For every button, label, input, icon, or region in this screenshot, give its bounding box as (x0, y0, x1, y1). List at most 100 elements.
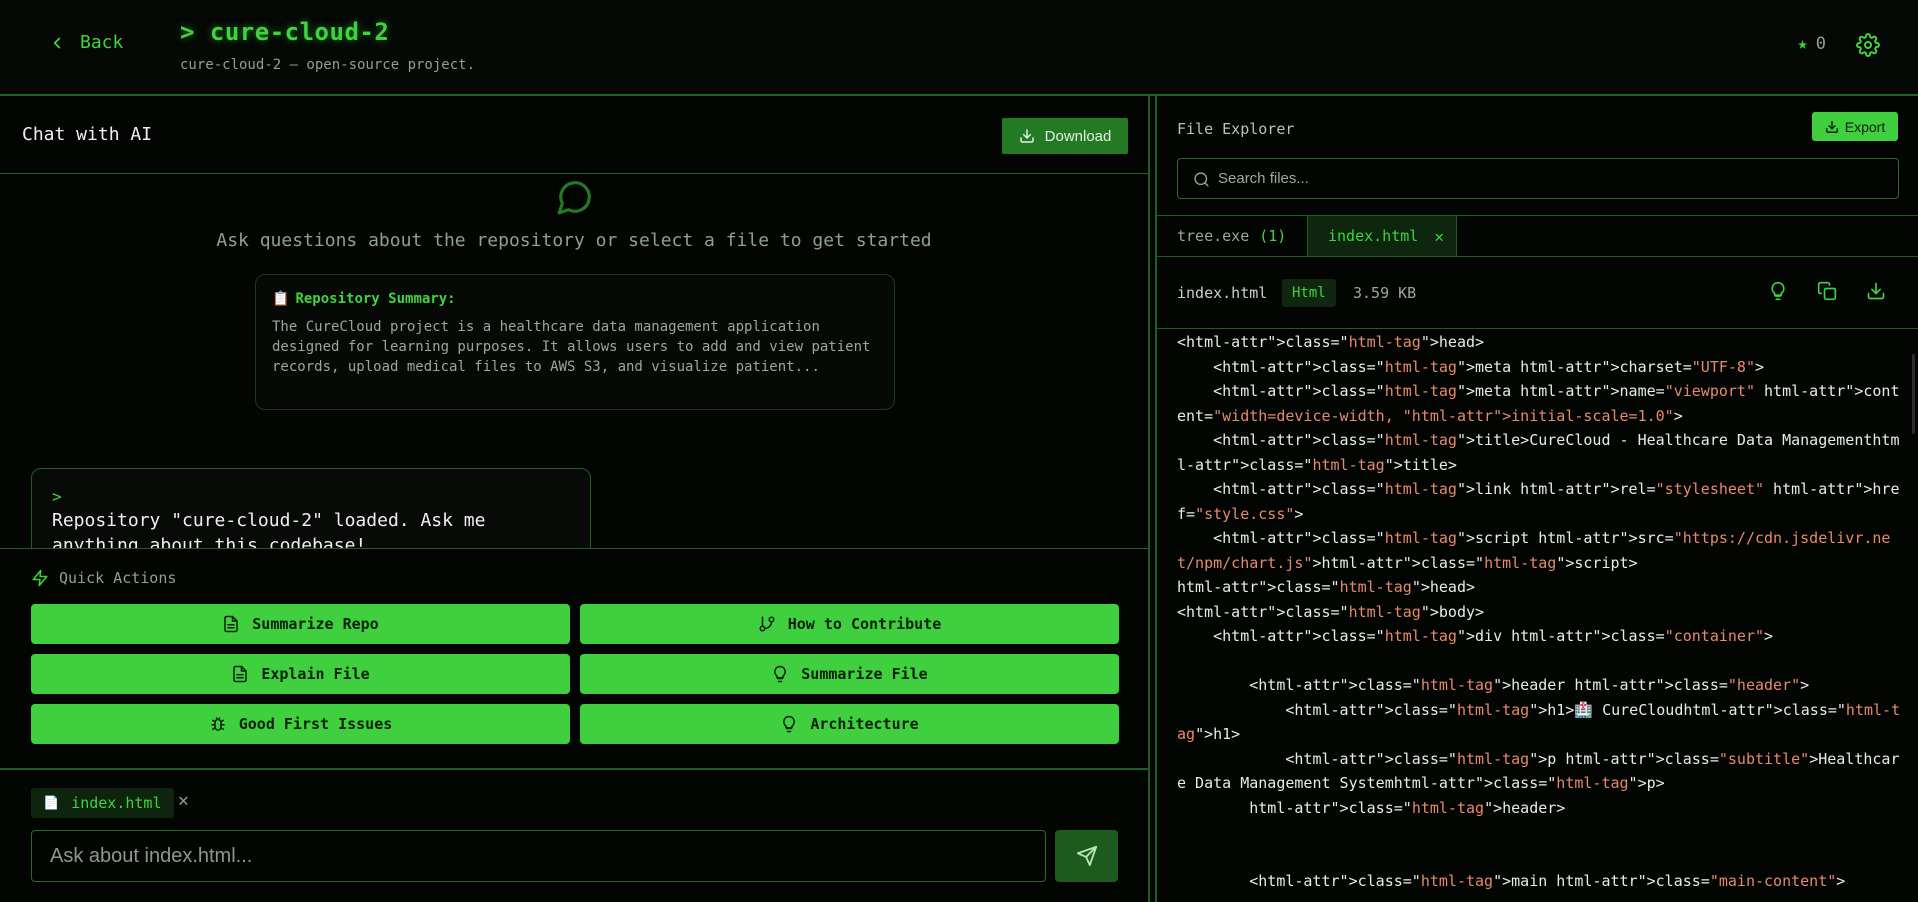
code-line: <html-attr">class="html-tag">div html-at… (1177, 624, 1902, 649)
summarize-repo-button[interactable]: Summarize Repo (31, 604, 570, 644)
top-bar: Back > cure-cloud-2 cure-cloud-2 — open-… (0, 0, 1918, 96)
file-text-icon (224, 615, 239, 633)
export-label: Export (1844, 118, 1886, 135)
code-string: html-tag (1348, 333, 1421, 351)
bug-icon (210, 717, 225, 731)
code-text: ">title> (1384, 455, 1457, 474)
star-counter[interactable]: ★ 0 (1798, 34, 1827, 54)
code-line: <html-attr">class="html-tag">script html… (1177, 526, 1902, 575)
architecture-button[interactable]: Architecture (580, 704, 1119, 744)
copy-icon[interactable] (1817, 281, 1837, 301)
code-viewer[interactable]: <html-attr">class="html-tag">head> <html… (1177, 330, 1902, 902)
chat-messages[interactable]: Ask questions about the repository or se… (0, 174, 1148, 548)
summary-title: Repository Summary: (295, 291, 456, 307)
send-button[interactable] (1055, 830, 1118, 882)
download-button[interactable]: Download (1002, 118, 1128, 154)
good-first-issues-button[interactable]: Good First Issues (31, 704, 570, 744)
tab-index-html[interactable]: index.html ✕ (1307, 216, 1457, 256)
code-line: html-attr">class="html-tag">head> (1177, 575, 1902, 600)
code-text: ">h1>🏥 CureCloudhtml-attr">class=" (1529, 700, 1846, 719)
selected-file-chip: 📄 index.html (31, 788, 174, 818)
chat-input[interactable] (31, 830, 1046, 882)
selected-file-name: index.html (71, 794, 162, 812)
code-string: html-tag (1456, 700, 1530, 719)
code-text: > (1755, 357, 1765, 376)
close-icon[interactable]: ✕ (178, 790, 189, 811)
language-badge: Html (1282, 279, 1336, 307)
file-info-bar: index.html Html 3.59 KB (1157, 257, 1918, 329)
how-to-contribute-button[interactable]: How to Contribute (580, 604, 1119, 644)
export-button[interactable]: Export (1812, 112, 1898, 141)
code-text: ">body> (1420, 602, 1485, 621)
tab-tree-count: (1) (1259, 227, 1287, 245)
explorer-tabs: tree.exe (1) index.html ✕ (1157, 215, 1918, 257)
gear-icon[interactable] (1856, 33, 1880, 57)
summarize-file-button[interactable]: Summarize File (580, 654, 1119, 694)
code-line: <html-attr">class="html-tag">meta html-a… (1177, 355, 1902, 380)
code-string: html-tag (1420, 872, 1494, 890)
code-text: > (1764, 627, 1774, 645)
code-text: <html-attr">class=" (1177, 357, 1385, 376)
code-string: "stylesheet" (1655, 480, 1765, 498)
code-text: html-attr">class=" (1177, 798, 1412, 817)
tab-tree[interactable]: tree.exe (1) (1157, 216, 1306, 256)
close-icon[interactable]: ✕ (1434, 227, 1444, 246)
code-string: html-tag (1348, 602, 1421, 621)
code-text: <html-attr">class=" (1177, 602, 1349, 621)
lightbulb-icon[interactable] (1768, 281, 1788, 301)
assistant-message: > Repository "cure-cloud-2" loaded. Ask … (31, 468, 591, 548)
code-text: ">link html-attr">rel= (1456, 480, 1656, 498)
empty-state-hint: Ask questions about the repository or se… (216, 230, 932, 251)
git-branch-icon (759, 616, 775, 632)
code-string: html-tag (1420, 676, 1494, 694)
code-line: <html-attr">class="html-tag">main html-a… (1177, 869, 1902, 894)
download-icon[interactable] (1866, 281, 1886, 301)
code-text: <html-attr">class=" (1177, 676, 1421, 694)
code-text: ">head> (1411, 578, 1476, 596)
code-text: ">header html-attr">class= (1493, 676, 1728, 694)
chat-bubble-icon (557, 181, 591, 215)
clipboard-icon: 📋 (272, 291, 290, 307)
download-icon (1019, 129, 1034, 143)
code-line: <html-attr">class="html-tag">meta html-a… (1177, 379, 1902, 428)
file-name: index.html (1177, 284, 1268, 302)
code-text: ">header> (1484, 798, 1566, 817)
code-string: "UTF-8" (1691, 357, 1755, 376)
code-line: <html-attr">class="html-tag">body> (1177, 600, 1902, 625)
code-text: > (1673, 406, 1683, 425)
repository-summary-card: 📋 Repository Summary: The CureCloud proje… (255, 274, 895, 410)
star-count: 0 (1815, 34, 1826, 54)
code-string: html-tag (1556, 774, 1629, 792)
code-string: html-tag (1339, 578, 1412, 596)
code-text: ">h1> (1195, 725, 1241, 743)
code-line: <html-attr">class="html-tag">title>CureC… (1177, 428, 1902, 477)
code-text: <html-attr">class=" (1177, 382, 1385, 400)
code-string: "viewport" (1664, 382, 1755, 400)
code-text: >html-attr">class=" (1312, 553, 1485, 572)
quick-actions-panel: Quick Actions Summarize Repo How to Cont… (0, 548, 1148, 770)
back-button[interactable]: Back (48, 32, 123, 53)
code-string: html-tag (1384, 431, 1457, 449)
code-text: ">meta html-attr">charset= (1456, 357, 1692, 376)
code-scrollbar[interactable] (1912, 354, 1915, 434)
code-string: "container" (1664, 627, 1765, 645)
code-string: "width=device-width, "html-attr">initial… (1213, 406, 1674, 425)
file-explorer-title: File Explorer (1177, 120, 1295, 138)
code-text: <html-attr">class=" (1177, 749, 1457, 768)
explain-file-button[interactable]: Explain File (31, 654, 570, 694)
file-explorer-panel: File Explorer Export tree.exe(1) index.h… (1155, 96, 1918, 902)
summary-text: The CureCloud project is a healthcare da… (272, 319, 871, 375)
code-text: <html-attr">class=" (1177, 872, 1421, 890)
code-text: <html-attr">class=" (1177, 431, 1385, 449)
prompt-caret: > (52, 487, 62, 506)
search-input[interactable] (1218, 159, 1888, 198)
file-icon: 📄 (43, 795, 60, 811)
page-subtitle: cure-cloud-2 — open-source project. (180, 57, 476, 73)
message-text: Repository "cure-cloud-2" loaded. Ask me… (52, 510, 486, 548)
code-text: ">div html-attr">class= (1456, 627, 1665, 645)
chat-header: Chat with AI Download (0, 96, 1148, 174)
code-text: ">p> (1628, 774, 1665, 792)
chat-title: Chat with AI (22, 124, 153, 145)
